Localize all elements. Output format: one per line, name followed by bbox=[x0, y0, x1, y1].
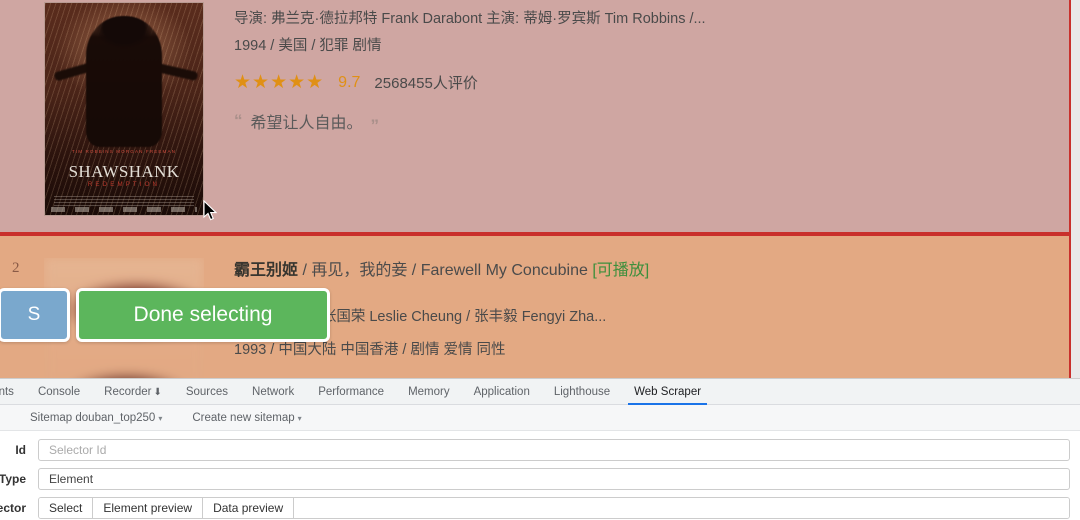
tab-console-label: Console bbox=[37, 385, 81, 398]
tab-elements-label: Elements bbox=[0, 385, 14, 398]
movie-rank-2: 2 bbox=[12, 260, 20, 276]
poster-studio-bar bbox=[51, 207, 197, 212]
tab-memory[interactable]: Memory bbox=[396, 379, 462, 405]
tab-web-scraper[interactable]: Web Scraper bbox=[622, 379, 713, 405]
movie-title-alt-2: / 再见，我的妾 / Farewell My Concubine bbox=[298, 262, 593, 279]
data-preview-button[interactable]: Data preview bbox=[203, 498, 295, 518]
poster-cast-credits: TIM ROBBINS MORGAN FREEMAN bbox=[71, 149, 177, 155]
selector-button-group[interactable]: Select Element preview Data preview bbox=[38, 497, 1070, 519]
web-scraper-toolbar[interactable]: Sitemap douban_top250 ▾ Create new sitema… bbox=[0, 405, 1080, 431]
movie-info-1: 导演: 弗兰克·德拉邦特 Frank Darabont 主演: 蒂姆·罗宾斯 T… bbox=[234, 0, 1054, 135]
movie-credits-1: 导演: 弗兰克·德拉邦特 Frank Darabont 主演: 蒂姆·罗宾斯 T… bbox=[234, 11, 706, 27]
movie-poster-1[interactable]: TIM ROBBINS MORGAN FREEMAN SHAWSHANK RED… bbox=[44, 2, 204, 216]
tab-performance[interactable]: Performance bbox=[306, 379, 396, 405]
devtools-panel: Elements Console Recorder⬇ Sources Netwo… bbox=[0, 378, 1080, 520]
sitemap-menu-label: Sitemap douban_top250 bbox=[30, 411, 156, 424]
movie-quote-row-1: “ 希望让人自由。 ” bbox=[234, 109, 1054, 135]
rating-count-1: 2568455人评价 bbox=[374, 75, 478, 92]
form-row-type: Type Element bbox=[0, 468, 1080, 490]
quote-close-icon: ” bbox=[370, 116, 380, 135]
chevron-down-icon: ▾ bbox=[158, 413, 163, 423]
movie-meta-1: 1994 / 美国 / 犯罪 剧情 bbox=[234, 38, 382, 54]
selector-id-label: Id bbox=[15, 443, 26, 457]
tab-lighthouse-label: Lighthouse bbox=[553, 385, 611, 398]
tab-recorder[interactable]: Recorder ⬇ bbox=[92, 379, 174, 405]
devtools-tab-bar[interactable]: Elements Console Recorder⬇ Sources Netwo… bbox=[0, 379, 1080, 405]
tab-network-label: Network bbox=[252, 385, 295, 398]
web-scraper-selection-toolbar[interactable]: S Done selecting bbox=[0, 288, 330, 342]
movie-rating-row-1: ★★★★★ 9.7 2568455人评价 bbox=[234, 72, 1054, 93]
movie-title-cn-2: 霸王别姬 bbox=[234, 262, 299, 279]
tab-sources[interactable]: Sources bbox=[174, 379, 240, 405]
select-button[interactable]: Select bbox=[39, 498, 94, 518]
form-row-id: Id bbox=[0, 439, 1080, 461]
movie-credits-2: e Chen 主演: 张国荣 Leslie Cheung / 张丰毅 Fengy… bbox=[234, 309, 607, 325]
poster-figure bbox=[86, 15, 162, 148]
tab-sources-label: Sources bbox=[185, 385, 229, 398]
poster-fineprint bbox=[54, 193, 194, 206]
tab-web-scraper-label: Web Scraper bbox=[634, 385, 702, 398]
tab-memory-label: Memory bbox=[408, 385, 450, 398]
done-selecting-button[interactable]: Done selecting bbox=[76, 288, 330, 342]
tab-network[interactable]: Network bbox=[240, 379, 306, 405]
element-preview-button[interactable]: Element preview bbox=[93, 498, 204, 518]
chevron-down-icon-2: ▾ bbox=[297, 413, 302, 423]
tab-console[interactable]: Console bbox=[26, 379, 92, 405]
movie-playable-badge-2: [可播放] bbox=[592, 262, 650, 279]
create-new-sitemap-label: Create new sitemap bbox=[192, 411, 295, 424]
selector-s-button[interactable]: S bbox=[0, 288, 70, 342]
selector-type-label: Type bbox=[0, 472, 26, 486]
quote-open-icon: “ bbox=[234, 111, 243, 130]
web-page-douban-top250: TIM ROBBINS MORGAN FREEMAN SHAWSHANK RED… bbox=[0, 0, 1080, 378]
poster-title: SHAWSHANK bbox=[68, 162, 180, 182]
selector-type-select[interactable]: Element bbox=[38, 468, 1070, 490]
movie-list-item-1[interactable]: TIM ROBBINS MORGAN FREEMAN SHAWSHANK RED… bbox=[0, 0, 1071, 234]
sitemap-menu[interactable]: Sitemap douban_top250 ▾ bbox=[30, 412, 162, 424]
selector-label: Selector bbox=[0, 501, 26, 515]
tab-lighthouse[interactable]: Lighthouse bbox=[542, 379, 622, 405]
selector-id-input[interactable] bbox=[38, 439, 1070, 461]
page-right-gutter bbox=[1071, 0, 1080, 378]
create-new-sitemap-menu[interactable]: Create new sitemap ▾ bbox=[192, 412, 301, 424]
tab-application-label: Application bbox=[473, 385, 530, 398]
tab-performance-label: Performance bbox=[318, 385, 385, 398]
form-row-selector: Selector Select Element preview Data pre… bbox=[0, 497, 1080, 519]
movie-title-2[interactable]: 霸王别姬 / 再见，我的妾 / Farewell My Concubine [可… bbox=[234, 260, 1054, 282]
movie-quote-1: 希望让人自由。 bbox=[250, 115, 363, 132]
tab-recorder-label: Recorder bbox=[104, 385, 152, 398]
movie-info-2: 霸王别姬 / 再见，我的妾 / Farewell My Concubine [可… bbox=[234, 260, 1054, 364]
tab-elements[interactable]: Elements bbox=[0, 379, 26, 405]
tab-application[interactable]: Application bbox=[462, 379, 542, 405]
selector-value-field[interactable] bbox=[294, 498, 1069, 518]
poster-subtitle: REDEMPTION bbox=[87, 181, 161, 189]
rating-score-1: 9.7 bbox=[338, 73, 361, 91]
selector-edit-form: Id Type Element Selector Select Element … bbox=[0, 431, 1080, 520]
recorder-preview-icon: ⬇ bbox=[153, 386, 162, 398]
movie-meta-2: 1993 / 中国大陆 中国香港 / 剧情 爱情 同性 bbox=[234, 342, 506, 358]
star-rating-icon: ★★★★★ bbox=[234, 72, 325, 93]
